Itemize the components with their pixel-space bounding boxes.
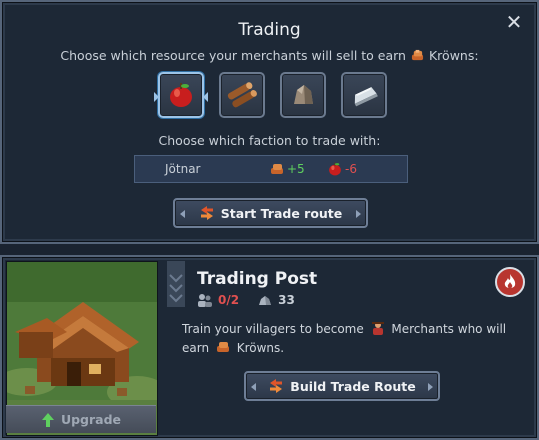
banner-chevron-icon bbox=[167, 261, 185, 307]
button-ornament-right bbox=[356, 210, 361, 218]
rock-icon bbox=[294, 85, 313, 104]
up-arrow-icon bbox=[41, 412, 54, 427]
stone-cost-icon bbox=[259, 296, 272, 305]
merchant-icon bbox=[371, 322, 384, 335]
krowns-icon bbox=[271, 164, 283, 174]
villagers-icon bbox=[198, 294, 212, 307]
building-title: Trading Post bbox=[197, 269, 318, 289]
building-stats: 0/2 33 bbox=[197, 293, 295, 307]
fire-icon[interactable] bbox=[495, 267, 525, 297]
upgrade-label: Upgrade bbox=[60, 412, 122, 427]
resource-prompt-text: Choose which resource your merchants wil… bbox=[60, 48, 406, 63]
workers-count: 0/2 bbox=[218, 293, 240, 307]
faction-name: Jötnar bbox=[165, 162, 201, 176]
build-trade-route-label: Build Trade Route bbox=[290, 378, 416, 394]
faction-food-delta: -6 bbox=[327, 161, 357, 177]
resource-button-wood[interactable] bbox=[219, 72, 265, 118]
trading-title: Trading bbox=[238, 20, 301, 40]
resource-button-stone[interactable] bbox=[280, 72, 326, 118]
build-trade-route-button[interactable]: Build Trade Route bbox=[244, 371, 440, 401]
desc-currency: Kröwns. bbox=[236, 341, 285, 355]
flame-glyph bbox=[504, 274, 516, 289]
desc-part1: Train your villagers to become bbox=[182, 322, 364, 336]
krowns-icon bbox=[216, 342, 229, 352]
building-description: Train your villagers to become Merchants… bbox=[182, 320, 527, 358]
resource-button-iron[interactable] bbox=[341, 72, 387, 118]
food-delta-value: -6 bbox=[345, 162, 357, 176]
upgrade-button[interactable]: Upgrade bbox=[6, 405, 156, 433]
building-cost: 33 bbox=[278, 293, 295, 307]
trading-panel: Trading ✕ Choose which resource your mer… bbox=[0, 0, 539, 244]
button-ornament-left bbox=[180, 210, 185, 218]
button-ornament-left bbox=[251, 383, 256, 391]
krowns-delta-value: +5 bbox=[287, 162, 305, 176]
trade-arrows-icon bbox=[270, 379, 283, 393]
faction-prompt: Choose which faction to trade with: bbox=[158, 133, 381, 148]
trade-arrows-icon bbox=[200, 206, 213, 220]
apple-icon bbox=[170, 83, 192, 107]
start-trade-route-button[interactable]: Start Trade route bbox=[173, 198, 368, 228]
apple-icon bbox=[329, 162, 341, 176]
resource-prompt: Choose which resource your merchants wil… bbox=[2, 48, 537, 63]
logs-icon bbox=[227, 82, 257, 108]
currency-name: Kröwns: bbox=[428, 48, 479, 63]
faction-row-jotnar[interactable]: Jötnar +5 -6 bbox=[134, 155, 408, 183]
iron-ingot-icon bbox=[354, 87, 378, 107]
button-ornament-right bbox=[428, 383, 433, 391]
faction-krowns-delta: +5 bbox=[269, 162, 327, 176]
resource-button-food[interactable] bbox=[154, 72, 208, 118]
close-icon[interactable]: ✕ bbox=[503, 10, 525, 34]
krowns-icon bbox=[411, 49, 424, 61]
desc-role: Merchants bbox=[391, 322, 454, 336]
resource-selector bbox=[154, 72, 387, 118]
building-panel: Upgrade Trading Post 0/2 33 Train your v… bbox=[0, 255, 539, 440]
start-trade-route-label: Start Trade route bbox=[220, 205, 343, 221]
